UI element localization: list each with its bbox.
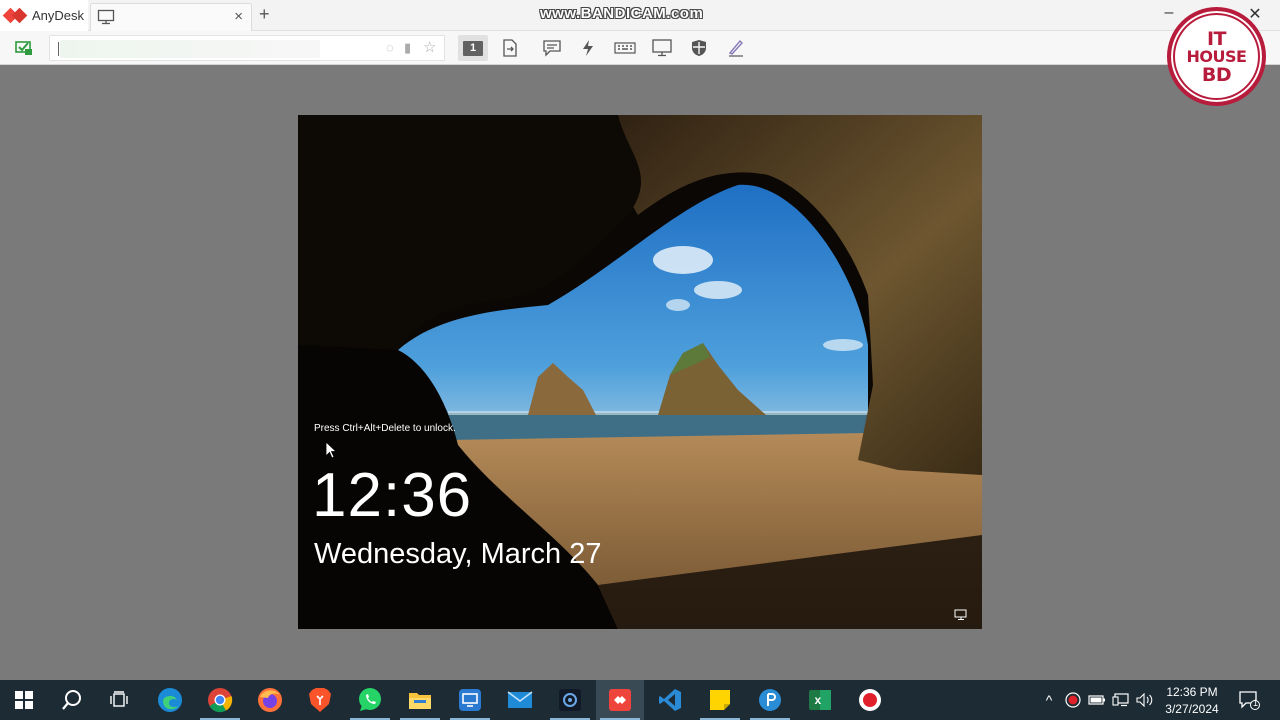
sticky-notes-icon <box>710 690 730 710</box>
actions-button[interactable] <box>573 35 603 61</box>
pycharm-icon <box>759 689 781 711</box>
tray-record-button[interactable] <box>1062 680 1084 720</box>
remote-desktop-icon <box>459 689 481 711</box>
monitor-select-button[interactable]: 1 <box>458 35 488 61</box>
taskbar-excel[interactable]: x <box>796 680 844 720</box>
taskbar-sticky-notes[interactable] <box>696 680 744 720</box>
notification-count: 1 <box>1253 698 1259 708</box>
taskbar-mail[interactable] <box>496 680 544 720</box>
taskbar-brave[interactable] <box>296 680 344 720</box>
excel-letter: x <box>815 693 822 707</box>
remote-screen-view[interactable]: Press Ctrl+Alt+Delete to unlock. 12:36 W… <box>298 115 982 629</box>
recent-icon[interactable]: ◌ <box>386 40 394 55</box>
unlock-hint: Press Ctrl+Alt+Delete to unlock. <box>314 423 456 434</box>
monitor-icon <box>97 9 115 25</box>
taskbar-remote-desktop[interactable] <box>446 680 494 720</box>
task-view-icon <box>110 691 128 707</box>
network-tray-icon <box>1112 693 1129 707</box>
taskbar-camera-app[interactable] <box>546 680 594 720</box>
session-tab[interactable]: × <box>90 3 252 31</box>
anydesk-home-tab[interactable]: AnyDesk <box>0 0 88 31</box>
firefox-icon <box>258 688 282 712</box>
taskbar-recorder[interactable] <box>846 680 894 720</box>
task-view-button[interactable] <box>96 680 144 720</box>
badge-line-3: BD <box>1201 63 1232 86</box>
brave-icon <box>309 688 331 712</box>
vscode-icon <box>659 689 681 711</box>
file-transfer-button[interactable] <box>495 35 525 61</box>
notification-center-button[interactable]: 1 <box>1234 680 1264 720</box>
tray-record-icon <box>1065 692 1081 708</box>
taskbar-pycharm[interactable] <box>746 680 794 720</box>
network-icon[interactable] <box>954 609 968 621</box>
search-icon <box>62 690 81 710</box>
chat-button[interactable] <box>537 35 567 61</box>
show-hidden-icons-button[interactable]: ^ <box>1040 680 1058 720</box>
permissions-button[interactable] <box>684 35 714 61</box>
favorite-star-icon[interactable]: ☆ <box>423 38 436 56</box>
taskbar-chrome[interactable] <box>196 680 244 720</box>
taskbar-file-explorer[interactable] <box>396 680 444 720</box>
close-tab-button[interactable]: × <box>234 8 243 25</box>
chat-icon <box>543 40 561 57</box>
lockscreen-date: Wednesday, March 27 <box>314 538 602 570</box>
whatsapp-icon <box>359 688 381 711</box>
windows-taskbar: x ^ 12:36 PM 3/27/2024 1 <box>0 680 1280 720</box>
display-icon <box>652 39 672 57</box>
taskbar-time: 12:36 PM <box>1166 685 1218 699</box>
text-cursor <box>58 42 59 56</box>
new-tab-button[interactable]: + <box>259 4 270 25</box>
mail-icon <box>507 691 533 708</box>
session-toolbar: ◌ ▮ ☆ 1 <box>0 31 1280 65</box>
address-field[interactable]: ◌ ▮ ☆ <box>49 35 445 61</box>
lightning-icon <box>583 40 593 56</box>
taskbar-anydesk[interactable] <box>596 680 644 720</box>
lockscreen-time: 12:36 <box>312 461 473 530</box>
display-button[interactable] <box>647 35 677 61</box>
keyboard-icon <box>614 42 636 54</box>
taskbar-edge[interactable] <box>146 680 194 720</box>
badge-line-1: IT <box>1206 27 1227 50</box>
anydesk-icon <box>609 689 631 711</box>
file-transfer-icon <box>503 39 517 57</box>
battery-icon <box>1088 695 1105 705</box>
app-name: AnyDesk <box>32 8 85 23</box>
address-book-icon[interactable]: ▮ <box>404 40 411 56</box>
record-icon <box>859 689 881 711</box>
chrome-icon <box>208 688 233 713</box>
minimize-button[interactable]: – <box>1154 4 1184 22</box>
tray-network-button[interactable] <box>1110 680 1132 720</box>
connection-status-icon[interactable] <box>15 40 33 56</box>
pen-icon <box>728 39 743 57</box>
taskbar-date: 3/27/2024 <box>1165 702 1219 716</box>
whiteboard-button[interactable] <box>721 35 751 61</box>
start-button[interactable] <box>0 680 48 720</box>
taskbar-firefox[interactable] <box>246 680 294 720</box>
keyboard-button[interactable] <box>610 35 640 61</box>
monitor-number: 1 <box>463 40 483 56</box>
taskbar-vscode[interactable] <box>646 680 694 720</box>
shield-icon <box>692 40 706 56</box>
channel-logo-badge: IT HOUSE BD <box>1167 7 1266 106</box>
anydesk-logo-icon <box>2 7 28 24</box>
title-bar: AnyDesk × + www.BANDICAM.com – ✕ <box>0 0 1280 31</box>
address-value-blurred <box>60 40 320 58</box>
camera-app-icon <box>559 689 581 711</box>
badge-line-2: HOUSE <box>1186 46 1247 66</box>
search-button[interactable] <box>48 680 96 720</box>
taskbar-whatsapp[interactable] <box>346 680 394 720</box>
folder-icon <box>409 693 431 709</box>
recording-watermark: www.BANDICAM.com <box>540 5 704 22</box>
volume-icon <box>1136 693 1153 707</box>
windows-start-icon <box>15 691 33 709</box>
taskbar-clock[interactable]: 12:36 PM 3/27/2024 <box>1158 684 1226 718</box>
mouse-pointer-icon <box>325 441 337 459</box>
tray-volume-button[interactable] <box>1134 680 1156 720</box>
tray-battery-button[interactable] <box>1086 680 1108 720</box>
excel-icon: x <box>809 690 831 710</box>
edge-icon <box>158 688 182 712</box>
